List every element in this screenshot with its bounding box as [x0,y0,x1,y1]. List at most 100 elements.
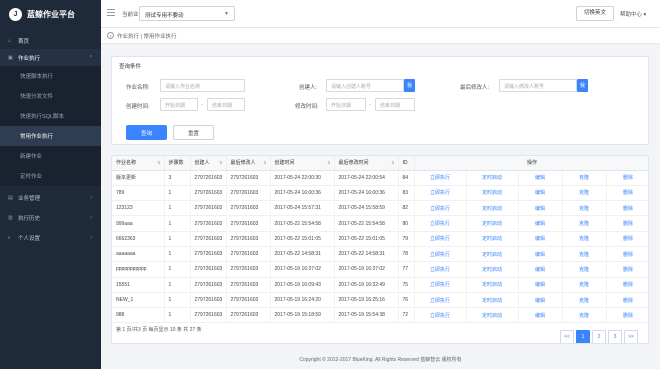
clone-link[interactable]: 克隆 [562,261,607,278]
run-now-link[interactable]: 立即执行 [414,170,467,186]
help-menu[interactable]: 帮助中心 ▾ [620,10,646,18]
delete-link[interactable]: 删除 [606,170,648,186]
created-start-date[interactable]: 开始日期 [160,98,198,111]
edit-link[interactable]: 编辑 [518,307,563,324]
clone-link[interactable]: 克隆 [562,215,607,232]
biz-select[interactable]: 测试专用不要动 ▼ [139,6,235,21]
delete-link[interactable]: 删除 [606,231,648,247]
menu-toggle-icon[interactable] [107,9,115,18]
run-now-link[interactable]: 立即执行 [414,292,467,309]
clone-link[interactable]: 克隆 [562,307,607,324]
query-button[interactable]: 查询 [126,125,167,140]
sidebar-item-history[interactable]: ▥ 执行历史 › [0,210,101,226]
breadcrumb-path: 作业执行 | 常用作业执行 [117,33,177,40]
sort-icon[interactable]: ⇅ [327,160,330,165]
edit-link[interactable]: 编辑 [518,261,563,278]
delete-link[interactable]: 删除 [606,185,648,202]
sort-icon[interactable]: ⇅ [219,160,222,165]
sidebar-subitem-quick-file[interactable]: 快速分发文件 [0,86,101,106]
created-end-date[interactable]: 结束日期 [207,98,245,111]
modified-end-date[interactable]: 结束日期 [375,98,415,111]
edit-link[interactable]: 编辑 [518,170,563,186]
sidebar-subitem-common-job[interactable]: 常用作业执行 [0,126,101,146]
sort-icon[interactable]: ⇅ [157,160,160,165]
creator-me-button[interactable]: 我 [404,79,415,92]
sidebar-item-biz-manage[interactable]: ▤ 业务管理 › [0,190,101,206]
run-now-link[interactable]: 立即执行 [414,185,467,202]
page-3-button[interactable]: 3 [608,330,622,343]
cell-job-name: 999aaa [112,215,165,232]
delete-link[interactable]: 删除 [606,215,648,232]
edit-link[interactable]: 编辑 [518,215,563,232]
clone-link[interactable]: 克隆 [562,277,607,293]
page-2-button[interactable]: 2 [592,330,606,343]
delete-link[interactable]: 删除 [606,277,648,293]
schedule-link[interactable]: 定时启动 [466,246,519,263]
schedule-link[interactable]: 定时启动 [466,231,519,247]
col-header-created[interactable]: 创建时间 ⇅ [270,156,335,171]
run-now-link[interactable]: 立即执行 [414,231,467,247]
cell-steps: 1 [164,246,191,263]
clone-link[interactable]: 克隆 [562,185,607,202]
run-now-link[interactable]: 立即执行 [414,307,467,324]
page-last-button[interactable]: >> [624,330,638,343]
sort-icon[interactable]: ⇅ [391,160,394,165]
clone-link[interactable]: 克隆 [562,170,607,186]
modifier-me-button[interactable]: 我 [577,79,588,92]
delete-link[interactable]: 删除 [606,292,648,309]
schedule-link[interactable]: 定时启动 [466,292,519,309]
col-header-steps[interactable]: 步骤数 [164,156,191,171]
edit-link[interactable]: 编辑 [518,185,563,202]
run-now-link[interactable]: 立即执行 [414,215,467,232]
edit-link[interactable]: 编辑 [518,231,563,247]
clone-link[interactable]: 克隆 [562,231,607,247]
col-header-creator[interactable]: 创建人 ⇅ [190,156,227,171]
schedule-link[interactable]: 定时启动 [466,185,519,202]
schedule-link[interactable]: 定时启动 [466,170,519,186]
run-now-link[interactable]: 立即执行 [414,246,467,263]
schedule-link[interactable]: 定时启动 [466,277,519,293]
col-header-name[interactable]: 作业名称 ⇅ [112,156,165,171]
sort-icon[interactable]: ⇅ [263,160,266,165]
creator-input[interactable]: 请输入创建人账号 [326,79,404,92]
sidebar-item-settings[interactable]: ◐ 个人设置 › [0,230,101,246]
edit-link[interactable]: 编辑 [518,200,563,217]
page-1-button[interactable]: 1 [576,330,590,343]
clone-link[interactable]: 克隆 [562,292,607,309]
clone-link[interactable]: 克隆 [562,246,607,263]
sidebar-item-job-exec[interactable]: ▣ 作业执行 ^ [0,49,101,66]
lang-switch-button[interactable]: 切换英文 [576,6,614,21]
edit-link[interactable]: 编辑 [518,292,563,309]
sidebar-subitem-new-job[interactable]: 新建作业 [0,146,101,166]
sidebar-item-home[interactable]: ⌂ 首页 [0,33,101,49]
page-first-button[interactable]: << [560,330,574,343]
modified-start-date[interactable]: 开始日期 [326,98,366,111]
delete-link[interactable]: 删除 [606,200,648,217]
job-name-input[interactable]: 请输入作业名称 [160,79,245,92]
schedule-link[interactable]: 定时启动 [466,200,519,217]
sidebar-subitem-quick-script[interactable]: 快速脚本执行 [0,66,101,86]
cell-modifier: 2797261603 [226,231,271,247]
run-now-link[interactable]: 立即执行 [414,277,467,293]
modifier-input[interactable]: 请输入修改人账号 [499,79,577,92]
clone-link[interactable]: 克隆 [562,200,607,217]
edit-link[interactable]: 编辑 [518,246,563,263]
chevron-right-icon: › [90,195,92,201]
edit-link[interactable]: 编辑 [518,277,563,293]
col-header-id[interactable]: ID [398,156,415,171]
sidebar-subitem-quick-sql[interactable]: 快速执行SQL脚本 [0,106,101,126]
run-now-link[interactable]: 立即执行 [414,200,467,217]
delete-link[interactable]: 删除 [606,246,648,263]
schedule-link[interactable]: 定时启动 [466,261,519,278]
delete-link[interactable]: 删除 [606,261,648,278]
reset-button[interactable]: 重置 [173,125,214,140]
delete-link[interactable]: 删除 [606,307,648,324]
app-logo[interactable]: J 蓝鲸作业平台 [0,0,101,28]
back-icon[interactable]: < [107,32,114,39]
sidebar-subitem-cron-job[interactable]: 定时作业 [0,166,101,186]
schedule-link[interactable]: 定时启动 [466,215,519,232]
run-now-link[interactable]: 立即执行 [414,261,467,278]
col-header-modifier[interactable]: 最后修改人 ⇅ [226,156,271,171]
schedule-link[interactable]: 定时启动 [466,307,519,324]
col-header-modified[interactable]: 最后修改时间 ⇅ [334,156,399,171]
